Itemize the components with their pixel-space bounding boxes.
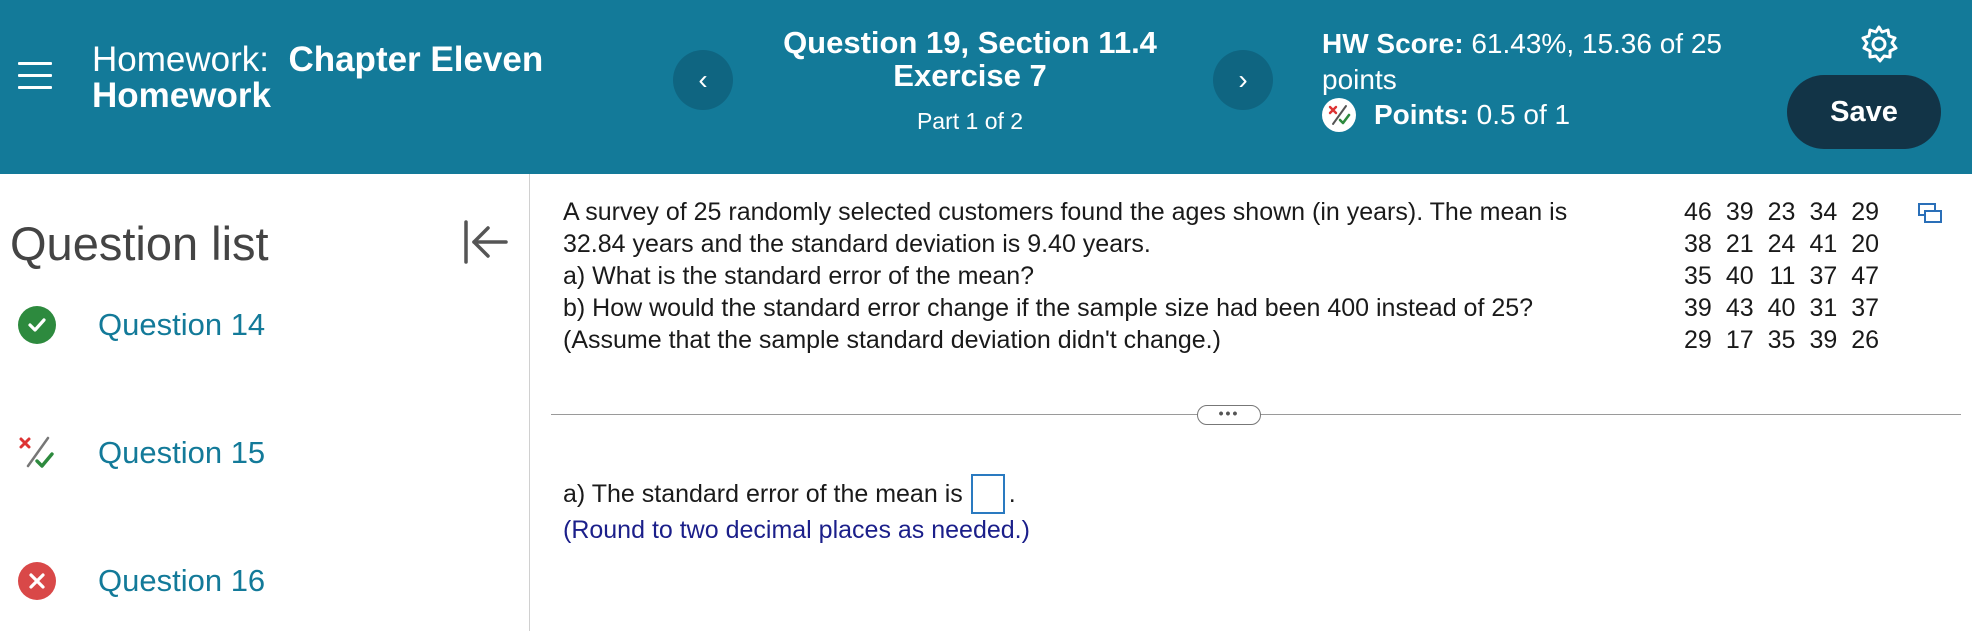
question-list-item-14[interactable]: Question 14	[18, 306, 265, 344]
question-list-item-label: Question 15	[98, 435, 266, 470]
answer-suffix: .	[1008, 479, 1016, 508]
table-cell: 17	[1725, 325, 1754, 354]
table-cell: 31	[1809, 293, 1838, 322]
table-cell: 47	[1851, 261, 1880, 290]
table-cell: 40	[1767, 293, 1796, 322]
table-row: 39 43 40 31 37	[1677, 292, 1886, 324]
table-cell: 46	[1684, 197, 1712, 226]
question-list-sidebar: Question list Question 14 Question 15 Qu…	[0, 174, 530, 631]
question-part: Part 1 of 2	[916, 108, 1024, 134]
table-cell: 43	[1725, 293, 1754, 322]
homework-prefix: Homework:	[92, 40, 269, 79]
table-cell: 29	[1851, 197, 1880, 226]
points-row: Points: 0.5 of 1	[1322, 98, 1570, 132]
table-cell: 39	[1809, 325, 1838, 354]
table-cell: 21	[1725, 229, 1754, 258]
table-cell: 38	[1684, 229, 1712, 258]
next-question-button[interactable]: ›	[1213, 50, 1273, 110]
rounding-instruction: (Round to two decimal places as needed.)	[563, 516, 1030, 544]
chevron-right-icon: ›	[1238, 64, 1248, 95]
question-list-item-15[interactable]: Question 15	[18, 434, 265, 472]
copy-data-icon[interactable]	[1917, 202, 1943, 226]
table-cell: 26	[1851, 325, 1880, 354]
ages-data-table: 46 39 23 34 29 38 21 24 41 20 35 40 11 37 47 39 43 40 31 37…	[1677, 196, 1886, 356]
hw-score-label: HW Score:	[1322, 28, 1464, 59]
table-cell: 35	[1767, 325, 1796, 354]
answer-line: a) The standard error of the mean is .	[563, 474, 1016, 514]
gear-icon[interactable]	[1859, 24, 1899, 64]
table-row: 38 21 24 41 20	[1677, 228, 1886, 260]
partial-credit-icon	[1322, 98, 1356, 132]
question-info: Question 19, Section 11.4 Exercise 7 Par…	[720, 26, 1220, 135]
partial-credit-icon	[18, 434, 56, 472]
table-cell: 29	[1684, 325, 1712, 354]
question-title-line2: Exercise 7	[893, 58, 1047, 93]
points-value: 0.5 of 1	[1476, 99, 1571, 130]
x-circle-icon	[18, 562, 56, 600]
table-row: 46 39 23 34 29	[1677, 196, 1886, 228]
table-cell: 39	[1684, 293, 1712, 322]
table-cell: 37	[1809, 261, 1838, 290]
problem-line: b) How would the standard error change i…	[563, 294, 1534, 322]
standard-error-input[interactable]	[970, 474, 1005, 514]
table-row: 29 17 35 39 26	[1677, 324, 1886, 356]
save-button[interactable]: Save	[1787, 75, 1941, 149]
table-cell: 39	[1725, 197, 1754, 226]
table-cell: 34	[1809, 197, 1838, 226]
table-cell: 37	[1851, 293, 1880, 322]
question-list-item-label: Question 16	[98, 563, 266, 598]
problem-line: a) What is the standard error of the mea…	[563, 262, 1035, 290]
expand-handle-button[interactable]: •••	[1197, 405, 1261, 425]
homework-name-line2: Homework	[92, 76, 271, 115]
question-title-line1: Question 19, Section 11.4	[783, 25, 1157, 60]
problem-statement: A survey of 25 randomly selected custome…	[563, 196, 1643, 356]
table-cell: 40	[1725, 261, 1754, 290]
homework-name: Chapter Eleven	[288, 40, 544, 79]
problem-line: A survey of 25 randomly selected custome…	[563, 198, 1568, 226]
question-content: A survey of 25 randomly selected custome…	[531, 174, 1972, 631]
answer-prompt: a) The standard error of the mean is	[563, 479, 963, 508]
table-cell: 41	[1809, 229, 1838, 258]
table-cell: 23	[1767, 197, 1796, 226]
problem-line: 32.84 years and the standard deviation i…	[563, 230, 1151, 258]
check-circle-icon	[18, 306, 56, 344]
hamburger-menu-icon[interactable]	[18, 62, 52, 92]
collapse-sidebar-icon[interactable]	[460, 218, 510, 266]
table-cell: 20	[1851, 229, 1880, 258]
problem-line: (Assume that the sample standard deviati…	[563, 326, 1221, 354]
table-row: 35 40 11 37 47	[1677, 260, 1886, 292]
question-list-item-label: Question 14	[98, 307, 266, 342]
table-cell: 35	[1684, 261, 1712, 290]
homework-title: Homework: Chapter Eleven Homework	[92, 42, 543, 114]
top-header: Homework: Chapter Eleven Homework ‹ Ques…	[0, 0, 1972, 174]
table-cell: 24	[1767, 229, 1796, 258]
points-label: Points:	[1374, 99, 1469, 130]
hw-score: HW Score: 61.43%, 15.36 of 25 points	[1322, 26, 1762, 98]
question-title: Question 19, Section 11.4 Exercise 7	[720, 26, 1220, 92]
table-cell: 11	[1769, 261, 1796, 290]
chevron-left-icon: ‹	[698, 64, 708, 95]
question-list-item-16[interactable]: Question 16	[18, 562, 265, 600]
question-list-title: Question list	[10, 217, 269, 270]
